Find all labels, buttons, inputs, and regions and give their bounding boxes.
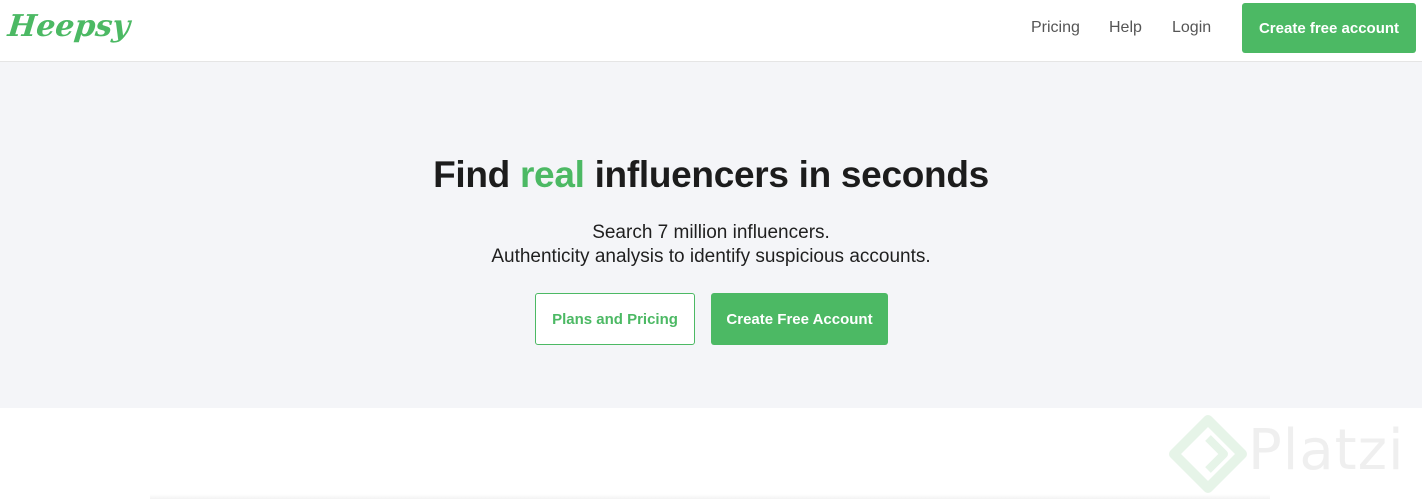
hero-create-free-account-button[interactable]: Create Free Account xyxy=(711,293,888,345)
nav-link-login[interactable]: Login xyxy=(1172,19,1211,37)
content-divider xyxy=(150,494,1270,499)
top-navbar: Heepsy Pricing Help Login Create free ac… xyxy=(0,0,1422,62)
hero-subtitle-line-1: Search 7 million influencers. xyxy=(592,222,830,243)
platzi-watermark-text: Platzi xyxy=(1248,418,1405,483)
hero-title-end: influencers in seconds xyxy=(584,154,990,195)
hero-title-accent: real xyxy=(519,154,585,195)
hero-subtitle-line-2: Authenticity analysis to identify suspic… xyxy=(491,246,931,267)
hero-title-start: Find xyxy=(433,154,520,195)
platzi-logo-icon xyxy=(1169,415,1247,493)
nav-link-help[interactable]: Help xyxy=(1109,19,1142,37)
hero-title: Find real influencers in seconds xyxy=(0,154,1422,196)
heepsy-logo[interactable]: Heepsy xyxy=(6,9,132,44)
hero-section: Find real influencers in seconds Search … xyxy=(0,62,1422,408)
platzi-watermark: Platzi xyxy=(1168,414,1422,494)
nav-link-pricing[interactable]: Pricing xyxy=(1031,19,1080,37)
create-free-account-button[interactable]: Create free account xyxy=(1242,3,1416,53)
plans-and-pricing-button[interactable]: Plans and Pricing xyxy=(535,293,695,345)
